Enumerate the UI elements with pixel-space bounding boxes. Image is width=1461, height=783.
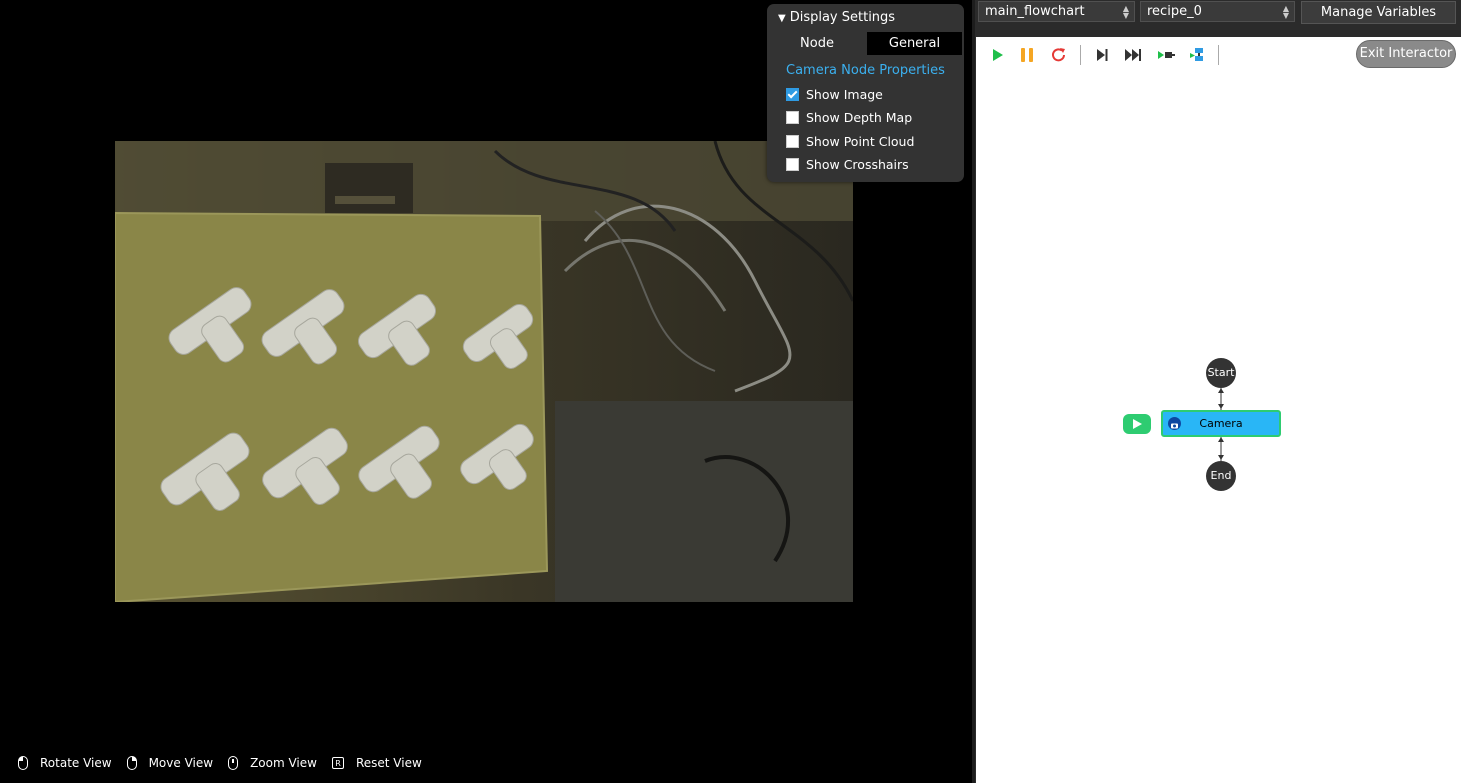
- collapse-triangle-icon: ▼: [778, 13, 786, 24]
- step-into-icon[interactable]: [1157, 46, 1175, 64]
- show-depth-map-checkbox[interactable]: [786, 110, 799, 124]
- step-icon[interactable]: [1093, 46, 1111, 64]
- move-view-label: Move View: [148, 756, 214, 770]
- run-node-button[interactable]: [1123, 414, 1151, 434]
- display-settings-panel: ▼ Display Settings Node General Camera No…: [767, 4, 964, 182]
- flowchart-panel: main_flowchart ▲ ▼ recipe_0 ▲ ▼ Manage Var…: [972, 0, 1461, 783]
- reset-view-label: Reset View: [355, 756, 422, 770]
- exit-interactor-button[interactable]: Exit Interactor: [1356, 40, 1456, 68]
- play-icon: [1133, 419, 1142, 429]
- toolbar-separator: [1080, 45, 1081, 65]
- flowchart-select[interactable]: main_flowchart ▲ ▼: [978, 1, 1135, 22]
- panel-divider[interactable]: [972, 0, 975, 783]
- show-point-cloud-label: Show Point Cloud: [806, 133, 915, 149]
- show-crosshairs-label: Show Crosshairs: [806, 156, 909, 172]
- mouse-right-icon: [126, 756, 137, 770]
- show-depth-map-option[interactable]: Show Depth Map: [786, 108, 912, 126]
- move-view-hint: Move View: [126, 756, 214, 770]
- show-image-option[interactable]: Show Image: [786, 85, 883, 103]
- key-r-icon: R: [331, 757, 344, 769]
- camera-node-label: Camera: [1199, 417, 1243, 430]
- start-node[interactable]: Start: [1206, 358, 1236, 388]
- reset-view-hint: R Reset View: [331, 756, 422, 770]
- end-node[interactable]: End: [1206, 461, 1236, 491]
- recipe-select[interactable]: recipe_0 ▲ ▼: [1140, 1, 1295, 22]
- restart-icon[interactable]: [1050, 46, 1068, 64]
- show-crosshairs-option[interactable]: Show Crosshairs: [786, 155, 909, 173]
- show-point-cloud-checkbox[interactable]: [786, 134, 799, 148]
- manage-variables-button[interactable]: Manage Variables: [1301, 1, 1456, 24]
- step-all-icon[interactable]: [1124, 46, 1142, 64]
- play-icon[interactable]: [988, 46, 1006, 64]
- show-depth-map-label: Show Depth Map: [806, 109, 913, 125]
- display-settings-header[interactable]: ▼ Display Settings: [778, 10, 895, 25]
- svg-text:R: R: [335, 759, 341, 768]
- rotate-view-label: Rotate View: [40, 756, 112, 770]
- select-arrows-icon: ▲ ▼: [1122, 4, 1129, 20]
- settings-tabs: Node General: [779, 32, 962, 55]
- mouse-wheel-icon: [228, 756, 239, 770]
- flowchart-select-value: main_flowchart: [985, 4, 1085, 19]
- display-settings-title: Display Settings: [789, 10, 896, 25]
- show-image-checkbox[interactable]: [786, 87, 799, 101]
- view-controls-hint: Rotate View Move View Zoom View R Reset …: [18, 754, 437, 772]
- camera-node[interactable]: Camera: [1161, 410, 1281, 437]
- camera-viewer[interactable]: ▼ Display Settings Node General Camera No…: [0, 0, 972, 783]
- camera-node-properties-title: Camera Node Properties: [786, 63, 945, 78]
- tab-general[interactable]: General: [867, 32, 962, 55]
- flowchart-canvas[interactable]: Exit Interactor Start Camera End: [976, 37, 1461, 783]
- rotate-view-hint: Rotate View: [18, 756, 112, 770]
- toolbar-separator: [1218, 45, 1219, 65]
- show-crosshairs-checkbox[interactable]: [786, 157, 799, 171]
- recipe-select-value: recipe_0: [1147, 4, 1202, 19]
- camera-image: [115, 141, 853, 602]
- camera-icon: [1168, 417, 1181, 430]
- show-point-cloud-option[interactable]: Show Point Cloud: [786, 132, 914, 150]
- tab-node[interactable]: Node: [779, 32, 855, 55]
- show-image-label: Show Image: [806, 86, 883, 102]
- mouse-left-icon: [18, 756, 28, 770]
- zoom-view-label: Zoom View: [250, 756, 317, 770]
- zoom-view-hint: Zoom View: [228, 756, 317, 770]
- pause-icon[interactable]: [1018, 46, 1036, 64]
- step-out-icon[interactable]: [1189, 46, 1207, 64]
- select-arrows-icon: ▲ ▼: [1282, 4, 1289, 20]
